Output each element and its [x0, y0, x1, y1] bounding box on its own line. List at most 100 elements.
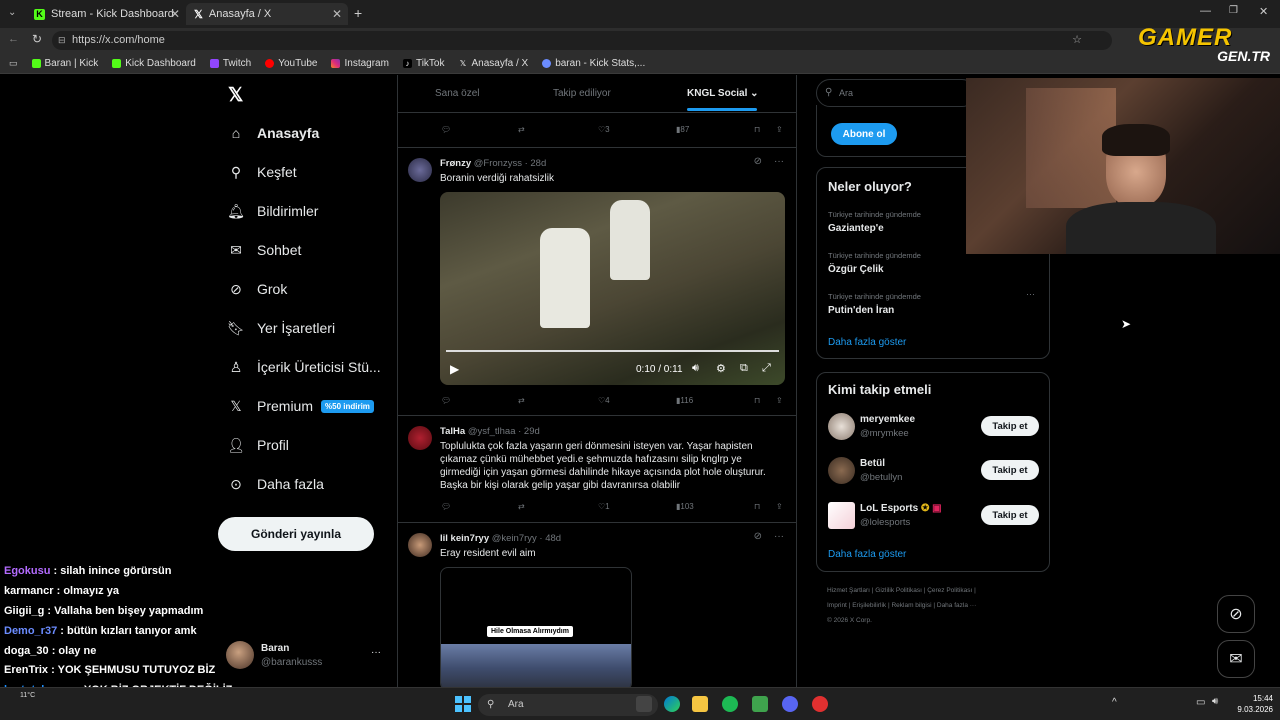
- nav-premium[interactable]: 𝕏 Premium %50 indirim: [228, 398, 374, 414]
- more-icon[interactable]: ···: [774, 531, 784, 542]
- back-icon[interactable]: ←: [8, 33, 19, 45]
- bookmark-x[interactable]: 𝕏 Anasayfa / X: [458, 58, 528, 69]
- views-button[interactable]: ▮ 103: [676, 502, 694, 511]
- more-icon[interactable]: ···: [371, 647, 381, 658]
- bookmark-icon[interactable]: ⊓: [754, 125, 760, 134]
- new-tab-button[interactable]: +: [354, 5, 362, 21]
- footer-link[interactable]: Imprint: [827, 602, 847, 609]
- grok-icon[interactable]: ⊘: [754, 531, 762, 542]
- reply-icon[interactable]: 💬︎: [441, 125, 451, 134]
- bookmark-kick-stats[interactable]: baran - Kick Stats,...: [542, 58, 645, 69]
- retweet-icon[interactable]: ⇄: [518, 125, 525, 134]
- file-explorer-icon[interactable]: [692, 696, 708, 712]
- views-button[interactable]: ▮ 116: [676, 396, 693, 405]
- taskbar-search[interactable]: ⚲ Ara: [478, 694, 658, 716]
- app-icon[interactable]: [812, 696, 828, 712]
- tweet-media[interactable]: Hile Olmasa Alırmıydım: [440, 567, 632, 687]
- nav-more[interactable]: ⊙ Daha fazla: [228, 476, 324, 493]
- nav-notifications[interactable]: 🔔︎ Bildirimler: [227, 203, 318, 220]
- url-input[interactable]: ⊟ https://x.com/home ☆: [52, 31, 1112, 50]
- follow-button[interactable]: Takip et: [981, 416, 1039, 436]
- share-icon[interactable]: ⇪: [776, 502, 783, 511]
- grok-floating-button[interactable]: ⊘: [1217, 595, 1255, 633]
- bookmark-twitch[interactable]: Twitch: [209, 58, 251, 69]
- settings-icon[interactable]: ⚙: [716, 362, 726, 375]
- favorite-star-icon[interactable]: ☆: [1072, 31, 1082, 50]
- more-icon[interactable]: ···: [1026, 289, 1035, 299]
- tab-following[interactable]: Takip ediliyor: [553, 88, 611, 99]
- messages-floating-button[interactable]: ✉: [1217, 640, 1255, 678]
- tab-kngl-social[interactable]: KNGL Social ⌄: [687, 88, 759, 99]
- like-button[interactable]: ♡ 1: [598, 502, 610, 511]
- footer-link[interactable]: Gizlilik Politikası: [875, 587, 922, 594]
- nav-profile[interactable]: 👤︎ Profil: [227, 437, 289, 454]
- task-view-icon[interactable]: [636, 696, 652, 712]
- show-more-link[interactable]: Daha fazla göster: [828, 549, 906, 560]
- network-icon[interactable]: ▭: [1196, 697, 1205, 708]
- footer-link[interactable]: Çerez Politikası: [927, 587, 972, 594]
- x-logo-icon[interactable]: 𝕏: [228, 84, 243, 107]
- volume-icon[interactable]: 🔊︎: [1212, 696, 1218, 707]
- bookmark-instagram[interactable]: Instagram: [331, 58, 389, 69]
- video-progress[interactable]: [446, 350, 779, 352]
- follow-button[interactable]: Takip et: [981, 505, 1039, 525]
- tab-list-icon[interactable]: ⌄: [8, 7, 16, 18]
- app-icon[interactable]: [752, 696, 768, 712]
- tweet[interactable]: lil kein7ryy @kein7ryy · 48d ⊘ ··· Eray …: [398, 523, 796, 687]
- weather-widget[interactable]: 11°C: [20, 692, 35, 699]
- nav-bookmarks[interactable]: 🔖︎ Yer İşaretleri: [227, 320, 335, 337]
- retweet-icon[interactable]: ⇄: [518, 396, 525, 405]
- bookmark-icon[interactable]: ⊓: [754, 502, 760, 511]
- bookmark-youtube[interactable]: YouTube: [265, 58, 317, 69]
- nav-messages[interactable]: ✉ Sohbet: [228, 242, 301, 259]
- site-info-icon[interactable]: ⊟: [58, 31, 66, 50]
- nav-home[interactable]: ⌂ Anasayfa: [228, 125, 320, 141]
- show-more-link[interactable]: Daha fazla göster: [828, 337, 906, 348]
- grok-icon[interactable]: ⊘: [754, 156, 762, 167]
- tweet[interactable]: Frønzy @Fronzyss · 28d ⊘ ··· Boranin ver…: [398, 148, 796, 416]
- bookmark-kick-dashboard[interactable]: Kick Dashboard: [112, 58, 196, 69]
- subscribe-button[interactable]: Abone ol: [831, 123, 897, 145]
- bookmark-baran-kick[interactable]: Baran | Kick: [31, 58, 98, 69]
- nav-explore[interactable]: ⚲ Keşfet: [228, 164, 297, 181]
- like-button[interactable]: ♡ 4: [598, 396, 610, 405]
- play-icon[interactable]: ▶: [450, 362, 459, 376]
- reply-icon[interactable]: 💬︎: [441, 396, 451, 405]
- discord-icon[interactable]: [782, 696, 798, 712]
- maximize-button[interactable]: ❐: [1229, 5, 1238, 16]
- close-window-button[interactable]: ✕: [1259, 5, 1268, 18]
- tweet[interactable]: TalHa @ysf_tlhaa · 29d Toplulukta çok fa…: [398, 416, 796, 523]
- bookmark-tiktok[interactable]: ♪ TikTok: [402, 58, 444, 69]
- nav-grok[interactable]: ⊘ Grok: [228, 281, 287, 298]
- volume-icon[interactable]: 🔊︎: [692, 362, 699, 375]
- system-clock[interactable]: 15:44 9.03.2026: [1233, 693, 1273, 715]
- edge-icon[interactable]: [664, 696, 680, 712]
- nav-creator-studio[interactable]: ♙ İçerik Üreticisi Stü...: [228, 359, 381, 376]
- reply-icon[interactable]: 💬︎: [441, 502, 451, 511]
- footer-link[interactable]: Erişilebilirlik: [852, 602, 886, 609]
- footer-link[interactable]: Reklam bilgisi: [891, 602, 931, 609]
- share-icon[interactable]: ⇪: [776, 396, 783, 405]
- follow-button[interactable]: Takip et: [981, 460, 1039, 480]
- more-icon[interactable]: ···: [774, 156, 784, 167]
- spotify-icon[interactable]: [722, 696, 738, 712]
- footer-link[interactable]: Daha fazla ···: [937, 602, 976, 609]
- tab-for-you[interactable]: Sana özel: [435, 88, 479, 99]
- like-button[interactable]: ♡ 3: [598, 125, 610, 134]
- minimize-button[interactable]: —: [1200, 5, 1211, 17]
- footer-link[interactable]: Hizmet Şartları: [827, 587, 870, 594]
- refresh-icon[interactable]: ↻: [32, 32, 42, 46]
- views-button[interactable]: ▮ 87: [676, 125, 689, 134]
- close-tab-icon[interactable]: ✕: [332, 7, 342, 21]
- pip-icon[interactable]: ⧉: [740, 362, 748, 375]
- close-tab-icon[interactable]: ✕: [170, 7, 180, 21]
- video-player[interactable]: ▶ 0:10 / 0:11 🔊︎ ⚙ ⧉ ⤢: [440, 192, 785, 385]
- fullscreen-icon[interactable]: ⤢: [762, 362, 771, 375]
- tab-x-home[interactable]: 𝕏 Anasayfa / X ✕: [186, 3, 348, 25]
- tray-chevron-icon[interactable]: ^: [1112, 697, 1117, 708]
- retweet-icon[interactable]: ⇄: [518, 502, 525, 511]
- post-button[interactable]: Gönderi yayınla: [218, 517, 374, 551]
- bookmark-icon[interactable]: ⊓: [754, 396, 760, 405]
- start-icon[interactable]: [455, 696, 471, 712]
- search-input[interactable]: ⚲ Ara: [816, 79, 976, 107]
